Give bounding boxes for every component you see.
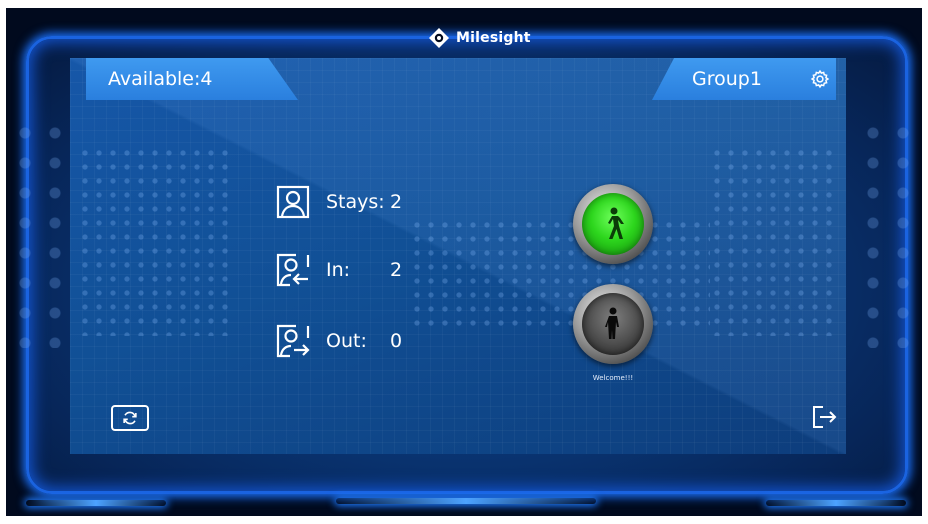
available-banner: Available:4: [86, 58, 298, 100]
refresh-button[interactable]: [111, 405, 149, 431]
stays-label: Stays:: [326, 191, 385, 213]
brand-name: Milesight: [456, 30, 531, 46]
person-out-icon: [276, 324, 310, 358]
walking-person-icon: [608, 207, 624, 239]
stays-value: 2: [390, 191, 403, 213]
dot-cluster-right: [710, 146, 840, 336]
stays-stat: Stays: 2: [276, 184, 402, 220]
in-label: In:: [326, 259, 351, 281]
in-stat: In: 2: [276, 252, 402, 288]
out-value: 0: [390, 330, 403, 352]
bottom-glow-bar: [336, 498, 596, 504]
available-label: Available:: [108, 68, 201, 90]
in-value: 2: [390, 259, 403, 281]
bottom-left-glow: [26, 500, 166, 506]
refresh-icon: [123, 411, 137, 425]
right-dot-pattern: [858, 118, 918, 348]
bottom-right-glow: [766, 500, 906, 506]
welcome-message: Welcome!!!: [592, 374, 634, 382]
person-icon: [276, 185, 310, 219]
dot-cluster-left: [78, 146, 228, 336]
exit-icon[interactable]: [810, 403, 838, 431]
group-name: Group1: [692, 68, 762, 90]
brand-logo: Milesight: [428, 26, 531, 50]
person-in-icon: [276, 253, 310, 287]
standing-person-icon: [605, 307, 619, 339]
stop-light: [573, 284, 653, 364]
dot-cluster-center: [410, 218, 710, 330]
gear-icon[interactable]: [810, 69, 830, 89]
available-count: 4: [200, 68, 213, 90]
left-dot-pattern: [10, 118, 70, 348]
out-label: Out:: [326, 330, 367, 352]
go-light: [573, 184, 653, 264]
out-stat: Out: 0: [276, 323, 402, 359]
milesight-logo-icon: [429, 28, 449, 48]
group-banner: Group1: [652, 58, 836, 100]
main-panel: [70, 58, 846, 454]
